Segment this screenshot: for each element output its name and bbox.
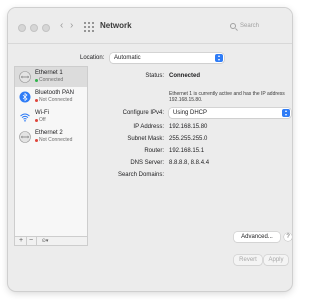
- add-service-button[interactable]: +: [17, 237, 25, 245]
- search-field[interactable]: Search: [230, 20, 286, 32]
- minimize-window-button[interactable]: [30, 24, 38, 32]
- service-name: Ethernet 1: [35, 70, 63, 76]
- subnet-mask-label: Subnet Mask:: [127, 136, 164, 142]
- service-name: Wi-Fi: [35, 110, 49, 116]
- status-value: Connected: [169, 73, 201, 79]
- ethernet-icon: [19, 71, 31, 83]
- router-label: Router:: [144, 148, 164, 154]
- service-name: Bluetooth PAN: [35, 90, 74, 96]
- zoom-window-button[interactable]: [42, 24, 50, 32]
- subnet-mask-value: 255.255.255.0: [169, 136, 208, 142]
- service-status: Off: [39, 117, 46, 123]
- bluetooth-icon: [19, 91, 31, 103]
- close-window-button[interactable]: [18, 24, 26, 32]
- back-chevron-icon[interactable]: ‹: [60, 20, 63, 32]
- service-status: Connected: [39, 77, 64, 83]
- dns-server-label: DNS Server:: [130, 160, 164, 166]
- help-button[interactable]: ?: [284, 233, 292, 241]
- service-status: Not Connected: [39, 97, 73, 103]
- dns-server-value: 8.8.8.8, 8.8.4.4: [169, 160, 210, 166]
- updown-chevron-icon: ▴ ▾: [215, 54, 223, 62]
- ip-address-label: IP Address:: [133, 124, 164, 130]
- advanced-button[interactable]: Advanced...: [234, 232, 280, 242]
- search-domains-label: Search Domains:: [117, 172, 164, 178]
- ethernet-icon: [19, 131, 31, 143]
- service-item-ethernet-1[interactable]: Ethernet 1 Connected: [15, 67, 87, 87]
- location-select[interactable]: Automatic ▴ ▾: [110, 53, 224, 63]
- service-item-wifi[interactable]: Wi-Fi Off: [15, 107, 87, 127]
- location-value: Automatic: [114, 55, 141, 61]
- service-name: Ethernet 2: [35, 130, 63, 136]
- configure-ipv4-select[interactable]: Using DHCP ▴ ▾: [169, 108, 291, 118]
- revert-button[interactable]: Revert: [234, 255, 262, 265]
- search-placeholder: Search: [240, 23, 260, 29]
- configure-ipv4-value: Using DHCP: [173, 110, 208, 116]
- show-all-grid-icon[interactable]: [84, 22, 94, 32]
- ip-address-value: 192.168.15.80: [169, 124, 208, 130]
- remove-service-button[interactable]: −: [27, 237, 35, 245]
- status-dot: [35, 99, 38, 102]
- status-dot: [35, 139, 38, 142]
- service-list[interactable]: Ethernet 1 Connected Bluetooth PAN Not C…: [14, 66, 88, 237]
- forward-chevron-icon[interactable]: ›: [70, 20, 73, 32]
- network-preferences-window: ‹ › Network Search Location: Automatic ▴…: [8, 8, 292, 291]
- status-dot: [35, 119, 38, 122]
- window-title: Network: [100, 21, 132, 30]
- status-dot: [35, 79, 38, 82]
- service-item-bluetooth-pan[interactable]: Bluetooth PAN Not Connected: [15, 87, 87, 107]
- status-label: Status:: [145, 73, 164, 79]
- service-list-toolbar: + − ⊙▾: [14, 237, 88, 246]
- configure-ipv4-label: Configure IPv4:: [122, 110, 164, 116]
- divider: [36, 237, 37, 245]
- title-bar: ‹ › Network Search: [8, 8, 292, 44]
- action-menu-button[interactable]: ⊙▾: [38, 237, 52, 245]
- status-description: Ethernet 1 is currently active and has t…: [169, 91, 285, 103]
- search-icon: [230, 23, 236, 29]
- wifi-icon: [20, 113, 30, 122]
- service-item-ethernet-2[interactable]: Ethernet 2 Not Connected: [15, 127, 87, 147]
- location-label: Location:: [80, 55, 105, 61]
- service-status: Not Connected: [39, 137, 73, 143]
- router-value: 192.168.15.1: [169, 148, 205, 154]
- apply-button[interactable]: Apply: [264, 255, 288, 265]
- updown-chevron-icon: ▴ ▾: [282, 109, 290, 117]
